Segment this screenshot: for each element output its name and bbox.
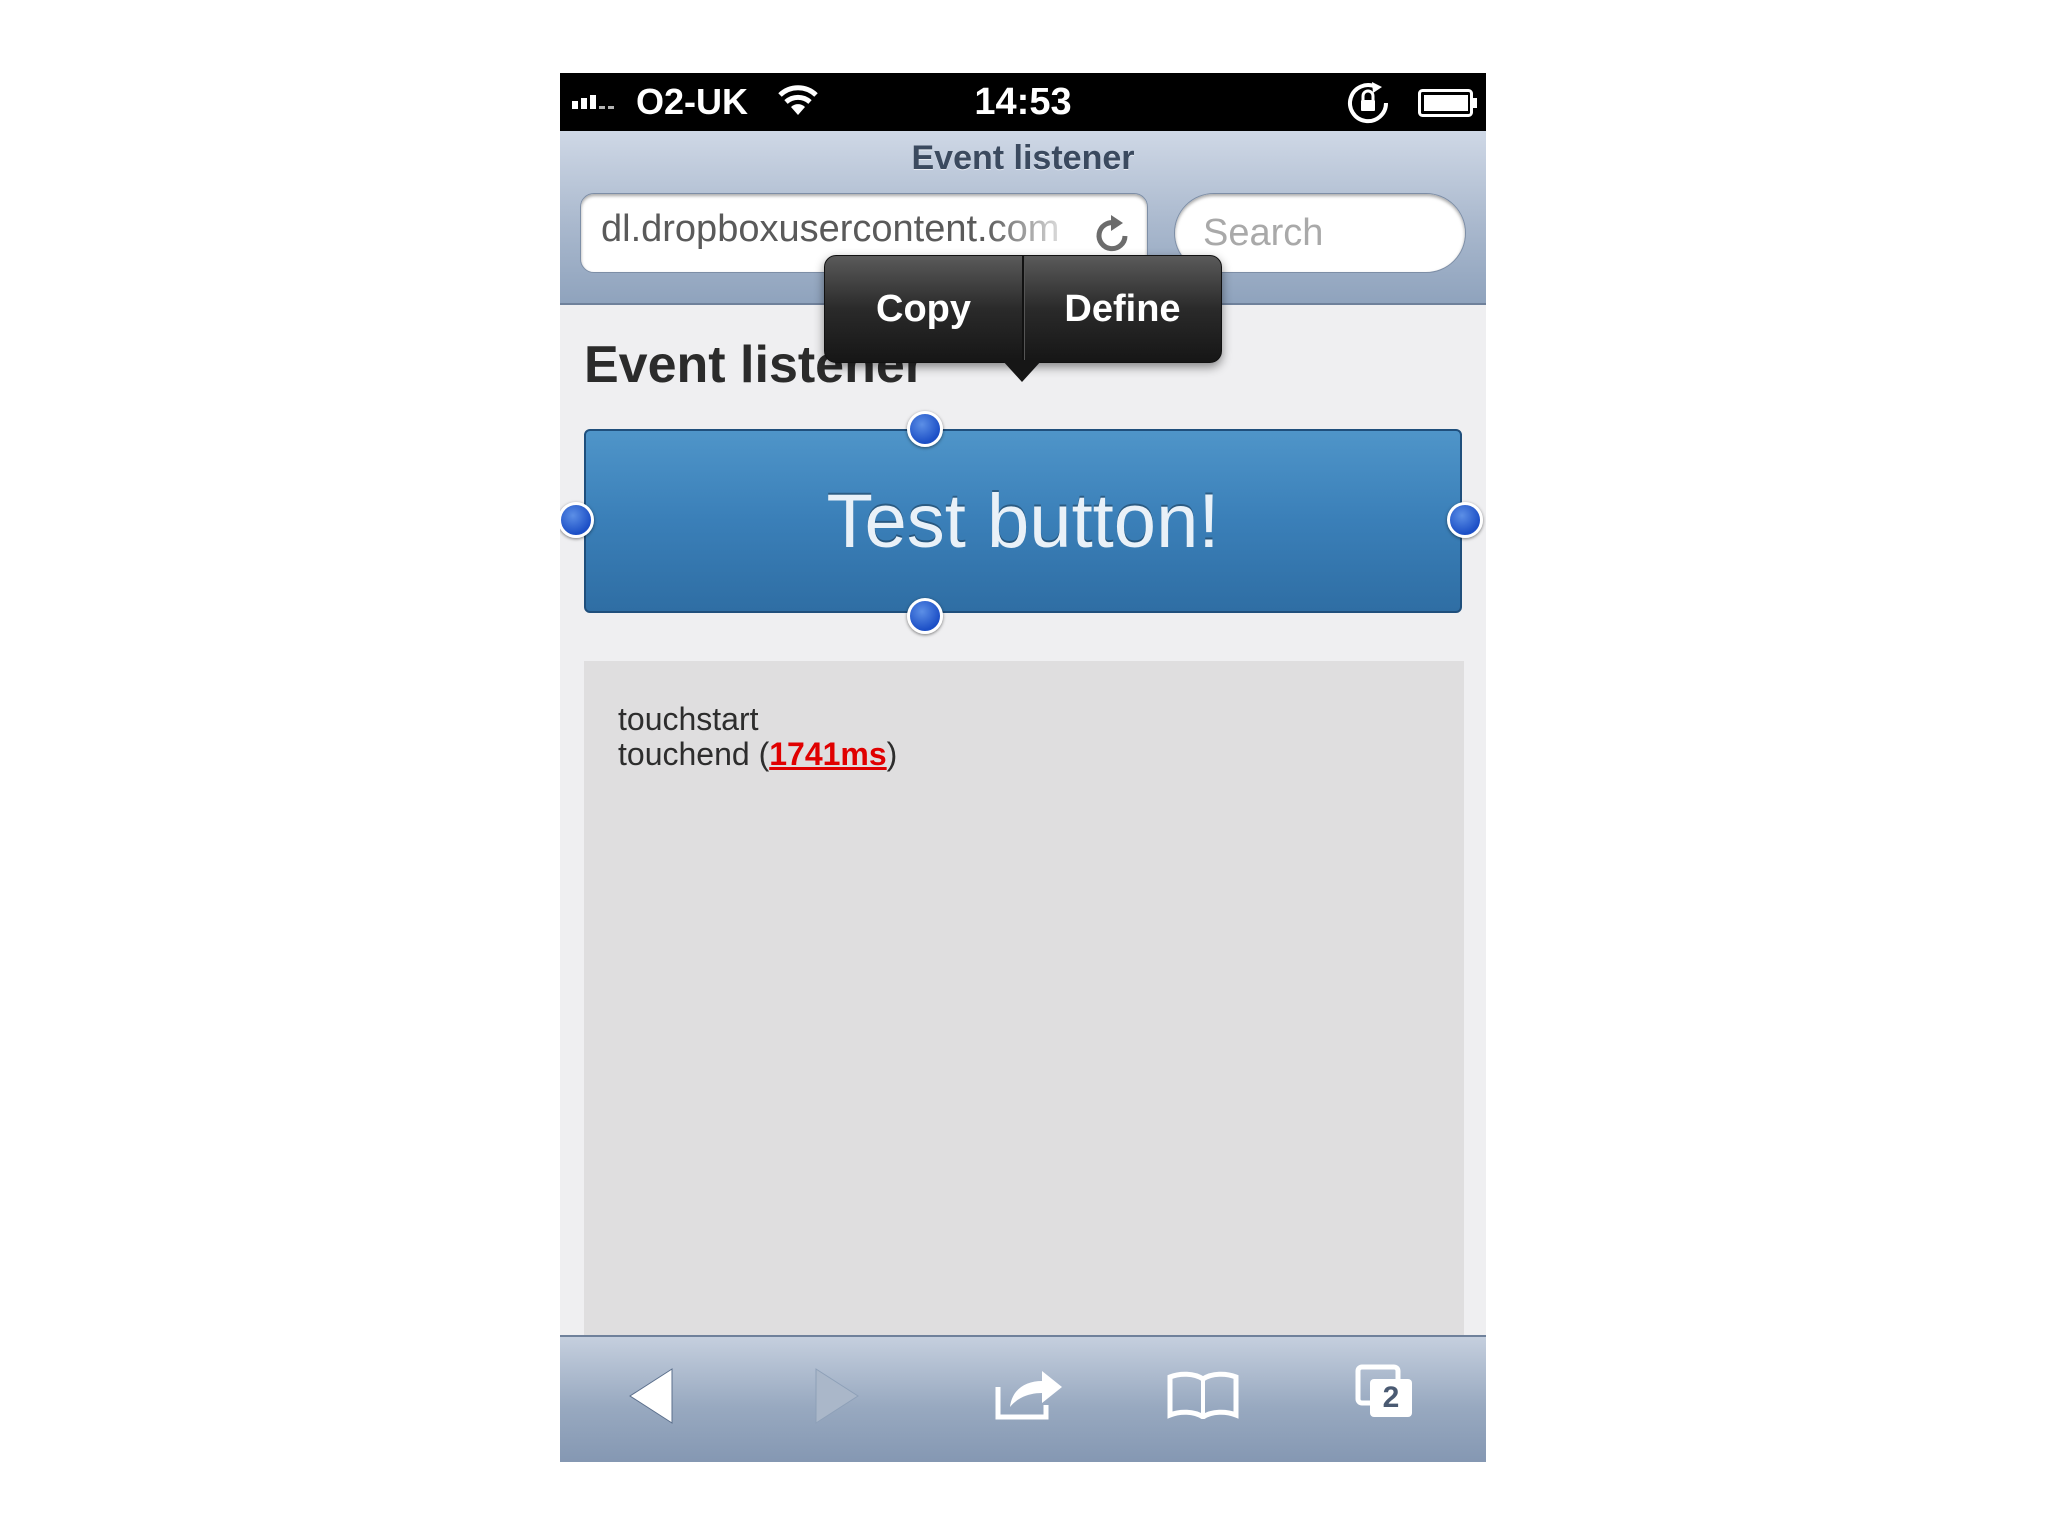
battery-icon (1418, 89, 1477, 117)
back-icon[interactable] (626, 1367, 676, 1425)
log-line-touchend: touchend (1741ms) (618, 736, 897, 773)
log-line-touchstart: touchstart (618, 701, 759, 737)
log-duration: 1741ms (769, 736, 887, 772)
log-suffix: ) (886, 736, 898, 772)
page-title: Event listener (911, 139, 1135, 177)
event-log: touchstart touchend (1741ms) (584, 661, 1464, 1361)
edit-callout-menu: Copy Define (824, 255, 1222, 363)
test-button[interactable]: Test button! (584, 429, 1462, 613)
phone-screen: O2-UK 14:53 Event listener dl.dropboxuse… (560, 73, 1486, 1462)
rotation-lock-icon (1348, 82, 1389, 124)
selection-handle-right[interactable] (1447, 502, 1483, 538)
url-text: dl.dropboxusercontent.com (601, 208, 1060, 250)
browser-toolbar: 2 (560, 1335, 1486, 1462)
reload-icon[interactable] (1093, 212, 1133, 256)
status-bar: O2-UK 14:53 (560, 73, 1486, 131)
define-menu-item[interactable]: Define (1024, 256, 1221, 362)
share-icon[interactable] (994, 1365, 1066, 1421)
selection-handle-bottom[interactable] (907, 598, 943, 634)
tab-count: 2 (1382, 1381, 1400, 1414)
log-prefix: touchend ( (618, 736, 770, 772)
tabs-button[interactable]: 2 (1354, 1363, 1416, 1421)
forward-icon[interactable] (812, 1367, 862, 1425)
copy-menu-item[interactable]: Copy (825, 256, 1022, 362)
selection-handle-top[interactable] (907, 411, 943, 447)
bookmarks-icon[interactable] (1166, 1371, 1240, 1419)
callout-pointer (1002, 360, 1042, 382)
